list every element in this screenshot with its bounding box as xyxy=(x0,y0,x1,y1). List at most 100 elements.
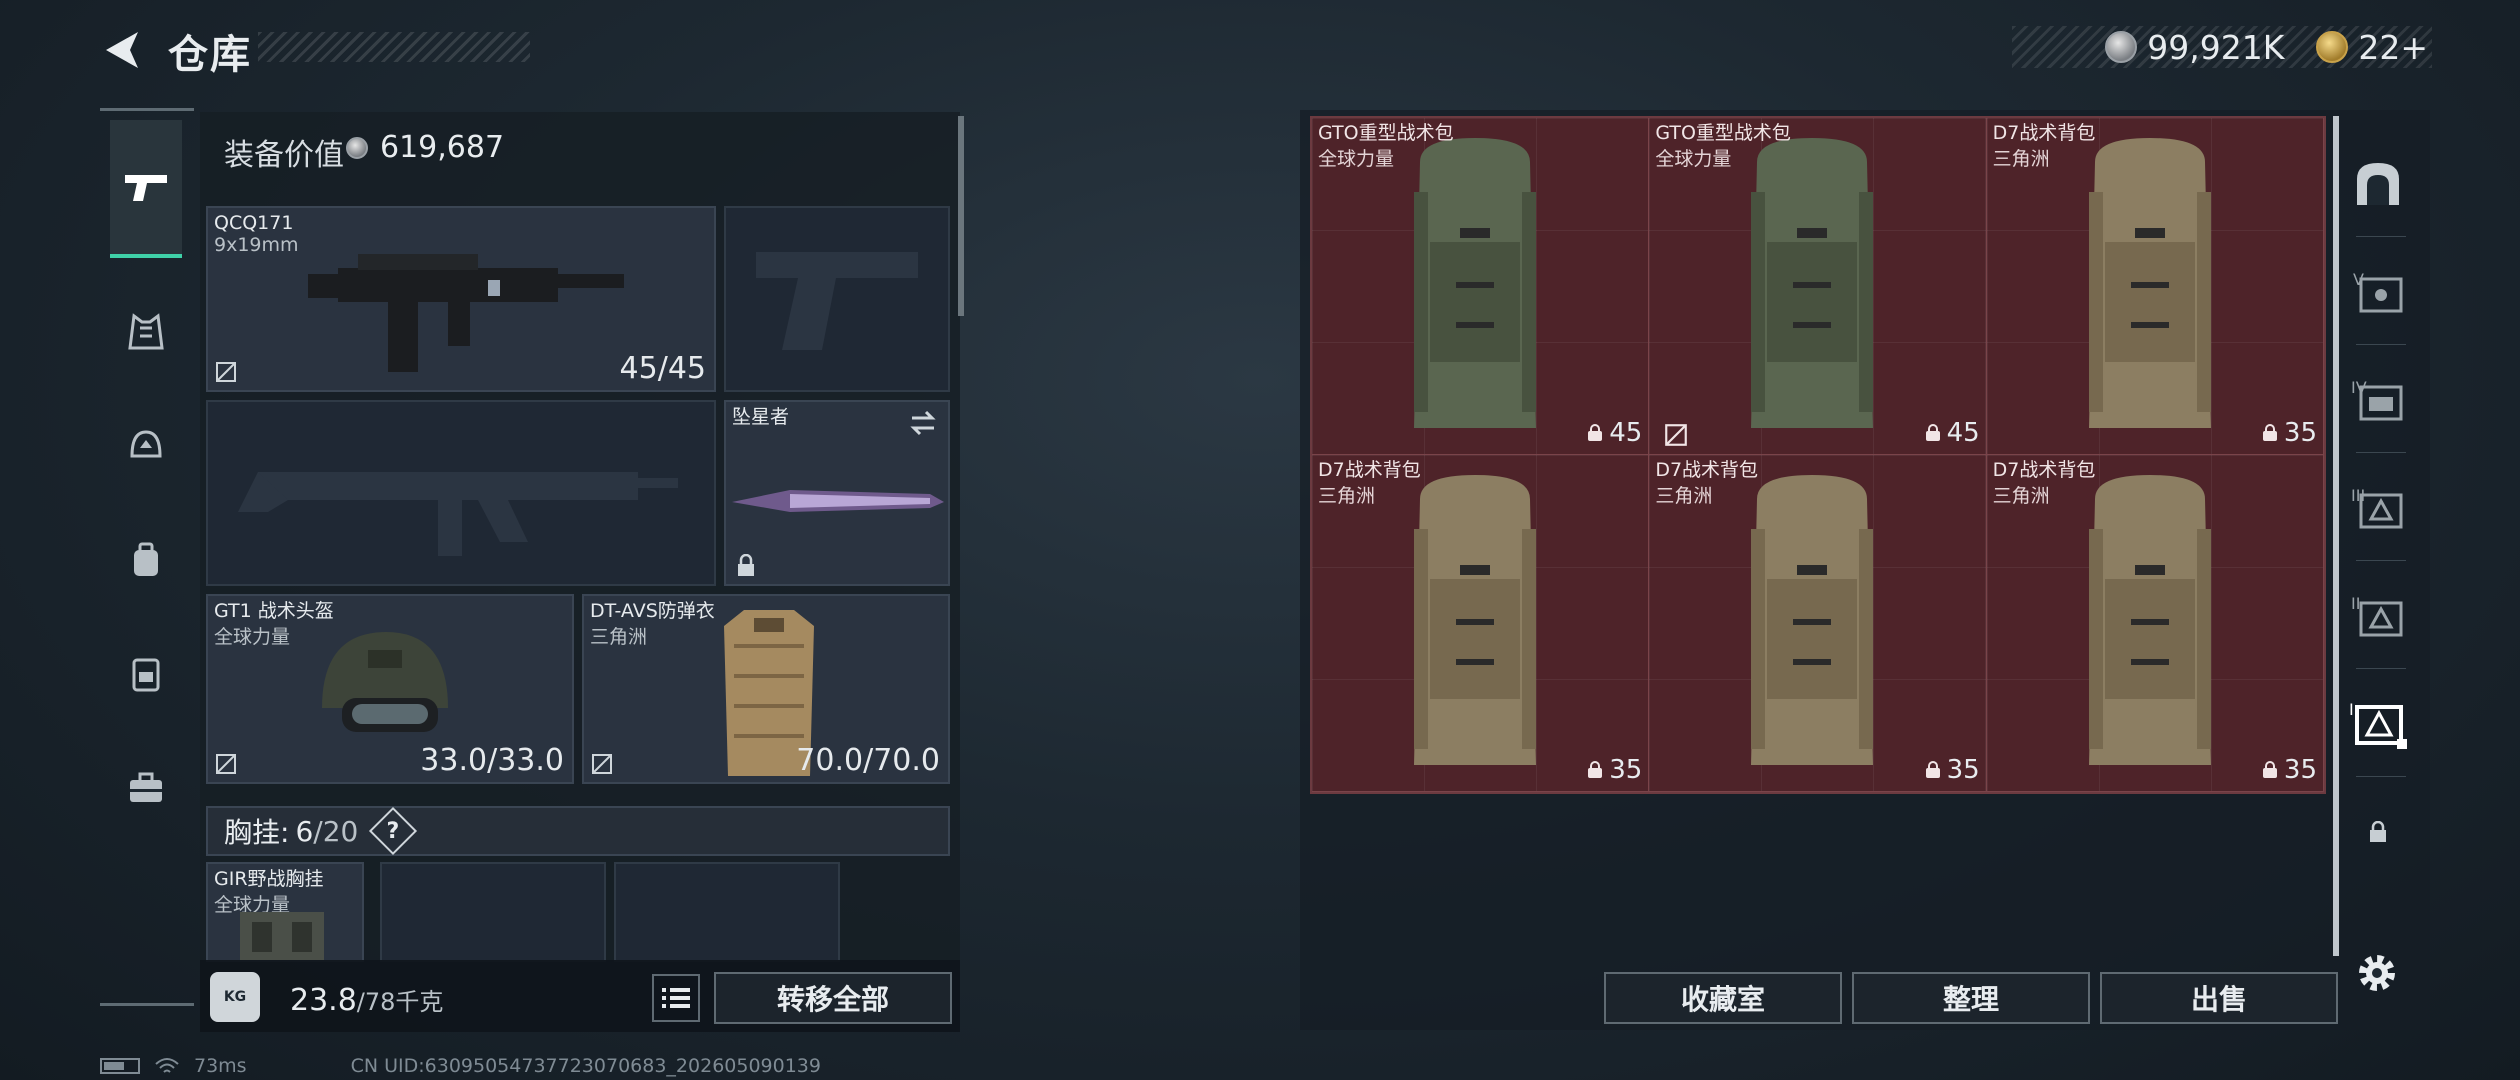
chest-rig-label: 胸挂: xyxy=(224,816,290,849)
item-name: D7战术背包 xyxy=(1992,122,2096,144)
pistol-silhouette xyxy=(756,252,918,350)
storage-ii-icon: II xyxy=(2351,594,2403,637)
backpack-image xyxy=(1751,138,1874,428)
capacity-badge: 45 xyxy=(1587,418,1642,448)
item-name: GTO重型战术包 xyxy=(1655,122,1791,144)
armor-slot[interactable]: DT-AVS防弹衣 三角洲 70.0/70.0 xyxy=(582,594,950,784)
capacity-icon xyxy=(1925,761,1940,778)
weapon-name: QCQ171 xyxy=(214,212,294,234)
gear-icon[interactable] xyxy=(2354,950,2400,996)
helmet-faction: 全球力量 xyxy=(214,626,291,648)
unlinked-icon xyxy=(216,754,236,774)
chest-rig-item[interactable]: GIR野战胸挂 全球力量 xyxy=(206,862,364,962)
storage-item-cell[interactable]: D7战术背包 三角洲 35 xyxy=(1986,455,2324,792)
storage-item-cell[interactable]: D7战术背包 三角洲 35 xyxy=(1649,455,1987,792)
rig-pocket-slot[interactable] xyxy=(380,862,606,962)
armor-name: DT-AVS防弹衣 xyxy=(590,600,715,622)
help-icon[interactable]: ? xyxy=(369,806,418,856)
collection-room-button[interactable]: 收藏室 xyxy=(1604,972,1842,1024)
list-icon xyxy=(662,988,690,1008)
chest-rig-count: 6/20 xyxy=(295,814,359,848)
helmet-slot[interactable]: GT1 战术头盔 全球力量 33.0/33.0 xyxy=(206,594,574,784)
rifle-silhouette xyxy=(238,472,678,556)
storage-item-cell[interactable]: GTO重型战术包 全球力量 45 xyxy=(1649,118,1987,455)
storage-grid: GTO重型战术包 全球力量 45 GTO重型战术包 全球力量 45 D7战术背包… xyxy=(1310,116,2326,794)
status-footer: 73ms CN UID:6309505473772307068​3_202605… xyxy=(100,1054,821,1078)
equipment-value: 619,687 xyxy=(380,130,505,165)
category-weapons[interactable] xyxy=(110,120,182,258)
item-faction: 全球力量 xyxy=(1318,148,1395,170)
equipment-scrollbar[interactable] xyxy=(958,116,964,316)
backpack-image xyxy=(1414,138,1536,428)
capacity-badge: 35 xyxy=(2262,418,2317,448)
armor-faction: 三角洲 xyxy=(590,626,648,648)
kg-icon: KG xyxy=(210,972,260,1022)
capacity-icon xyxy=(2262,424,2277,441)
storage-tab-iii[interactable]: III xyxy=(2338,460,2418,556)
storage-item-cell[interactable]: D7战术背包 三角洲 35 xyxy=(1312,455,1650,792)
svg-text:II: II xyxy=(2351,594,2360,613)
backpack-icon xyxy=(134,542,158,576)
item-faction: 全球力量 xyxy=(1655,148,1732,170)
sell-button[interactable]: 出售 xyxy=(2100,972,2338,1024)
capacity-icon xyxy=(1588,424,1603,441)
capacity-badge: 35 xyxy=(1925,755,1980,785)
capacity-icon xyxy=(2262,761,2277,778)
equipment-value-label: 装备价值 xyxy=(224,138,344,173)
capacity-icon xyxy=(1588,761,1603,778)
storage-i-icon: I xyxy=(2349,700,2407,749)
armor-durability: 70.0/70.0 xyxy=(796,743,940,778)
silver-amount: 99,921K xyxy=(2147,27,2285,67)
currency-bar: 99,921K 22+ xyxy=(2012,26,2432,68)
unlinked-icon xyxy=(216,362,236,382)
secondary-weapon-slot[interactable] xyxy=(724,206,950,392)
category-armor[interactable] xyxy=(110,296,182,368)
melee-name: 坠星者 xyxy=(732,406,790,428)
category-backpack[interactable] xyxy=(110,524,182,596)
storage-iii-icon: III xyxy=(2351,486,2403,529)
storage-tab-ii[interactable]: II xyxy=(2338,568,2418,664)
list-view-button[interactable] xyxy=(652,974,700,1022)
silver-coin-icon xyxy=(2105,31,2138,63)
storage-tab-v[interactable]: V xyxy=(2338,244,2418,340)
backpack-image xyxy=(2088,475,2211,765)
chest-rig-icon xyxy=(132,658,160,692)
svg-text:I: I xyxy=(2349,700,2354,719)
category-chest-rig[interactable] xyxy=(110,638,182,710)
category-helmet[interactable] xyxy=(110,410,182,482)
storage-tab-iv[interactable]: IV xyxy=(2338,352,2418,448)
storage-iv-icon: IV xyxy=(2351,378,2403,421)
rig-pocket-slot[interactable] xyxy=(614,862,840,962)
back-arrow-icon[interactable] xyxy=(100,28,144,72)
weapon-durability: 45/45 xyxy=(619,351,706,386)
transfer-all-button[interactable]: 转移全部 xyxy=(714,972,952,1024)
category-rail xyxy=(100,108,194,1008)
primary-weapon-slot[interactable]: QCQ171 9x19mm 45/45 xyxy=(206,206,716,392)
item-name: GTO重型战术包 xyxy=(1318,122,1454,144)
melee-slot[interactable]: 坠星者 xyxy=(724,400,950,586)
gold-amount: 22+ xyxy=(2358,27,2428,67)
toolbox-icon xyxy=(130,772,162,802)
helmet-durability: 33.0/33.0 xyxy=(420,743,564,778)
storage-tab-i[interactable]: I xyxy=(2338,676,2418,772)
locked-storage-tab[interactable] xyxy=(2338,784,2418,880)
chest-rig-bar: 胸挂: 6/20 ? xyxy=(206,806,950,856)
weapon-caliber: 9x19mm xyxy=(214,234,299,256)
storage-item-cell[interactable]: D7战术背包 三角洲 35 xyxy=(1986,118,2324,455)
item-name: D7战术背包 xyxy=(1655,459,1759,481)
category-tools[interactable] xyxy=(110,752,182,824)
storage-item-cell[interactable]: GTO重型战术包 全球力量 45 xyxy=(1312,118,1650,455)
ping-text: 73ms xyxy=(194,1055,247,1077)
swap-icon[interactable] xyxy=(908,408,938,438)
item-name: D7战术背包 xyxy=(1992,459,2096,481)
safebox-tab[interactable] xyxy=(2338,136,2418,232)
rifle-slot[interactable] xyxy=(206,400,716,586)
title-decoration xyxy=(258,32,530,62)
organize-button[interactable]: 整理 xyxy=(1852,972,2090,1024)
unlinked-icon xyxy=(1665,424,1688,446)
helmet-icon xyxy=(130,430,162,458)
uid-text: CN UID:6309505473772307068​3_20260509013… xyxy=(350,1055,821,1077)
rig-image xyxy=(240,912,324,960)
lock-icon xyxy=(738,554,754,576)
capacity-badge: 35 xyxy=(1587,755,1642,785)
